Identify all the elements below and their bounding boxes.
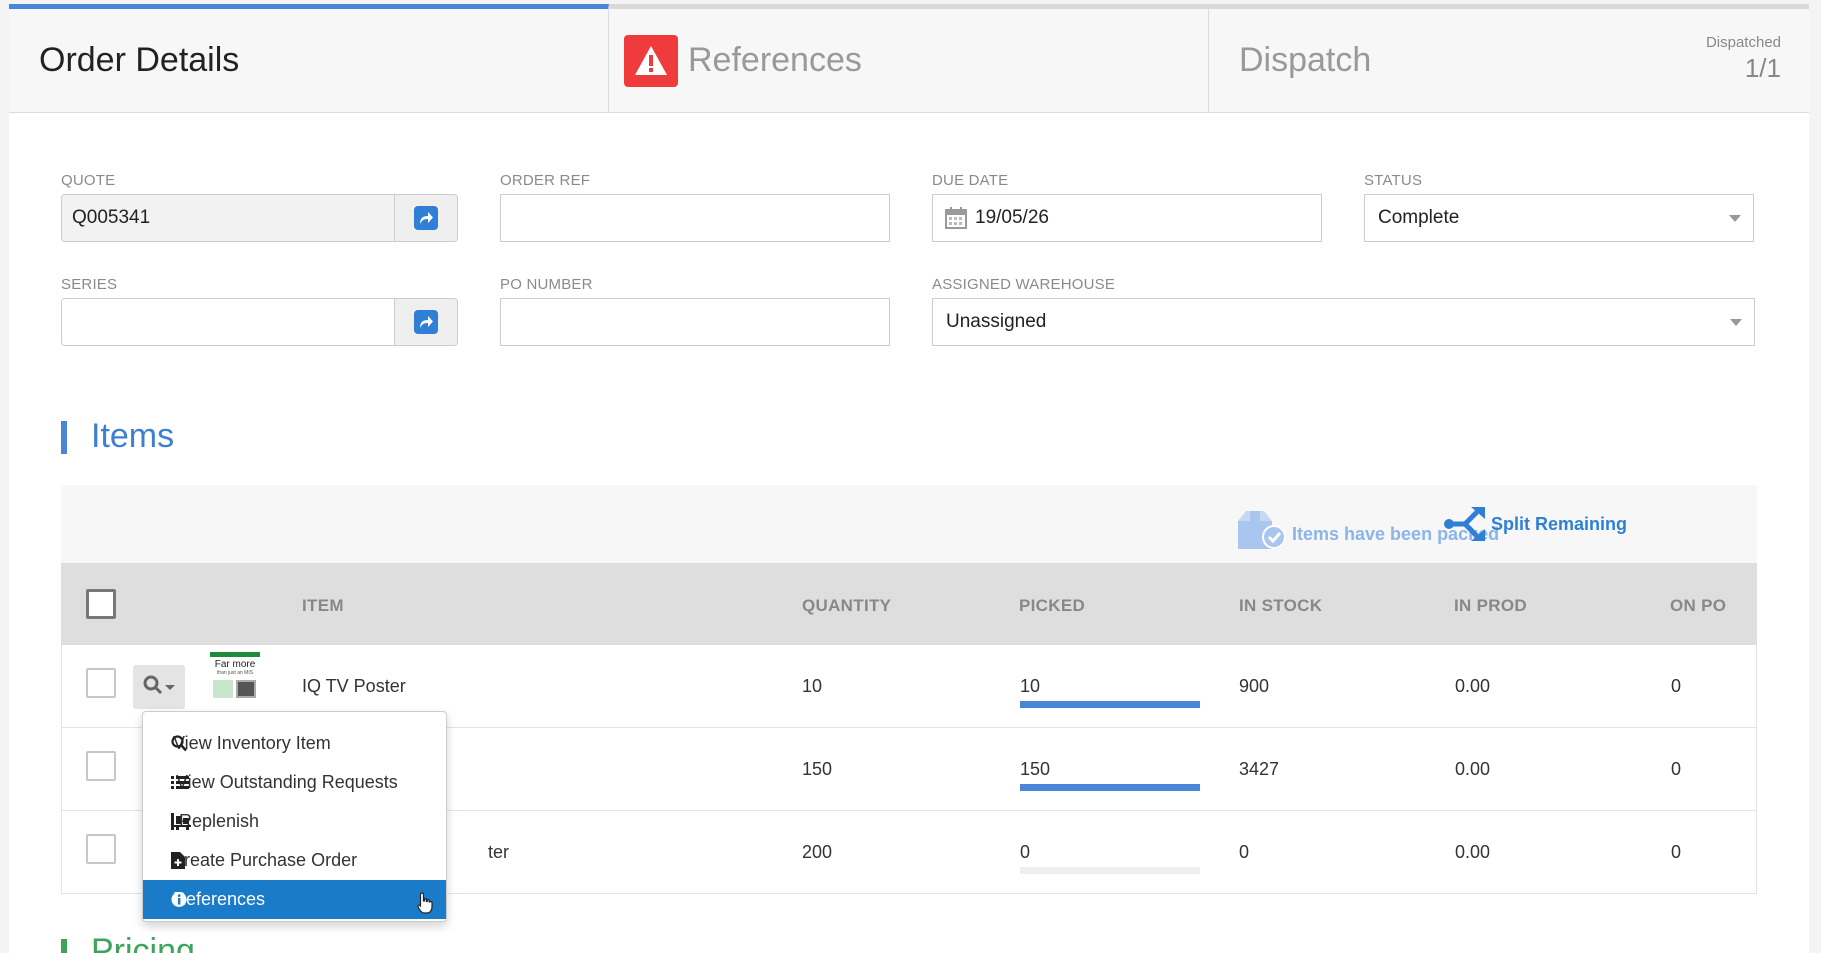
order-panel: Order Details References Dispatch Dispat…	[9, 4, 1809, 953]
in-prod: 0.00	[1455, 842, 1491, 862]
hand-cursor-icon	[417, 892, 433, 919]
split-icon	[1443, 505, 1487, 543]
order-ref-field[interactable]	[500, 194, 890, 242]
due-date-field[interactable]: 19/05/26	[932, 194, 1322, 242]
dispatch-count: Dispatched 1/1	[1706, 34, 1781, 84]
caret-down-icon	[165, 684, 175, 690]
column-header[interactable]: IN STOCK	[1239, 596, 1322, 616]
warning-icon	[624, 34, 678, 87]
menu-item-label: View Outstanding Requests	[176, 772, 398, 792]
picked: 150	[1020, 759, 1051, 779]
on-po: 0	[1671, 842, 1682, 862]
dispatched-label: Dispatched	[1705, 34, 1781, 51]
menu-item-label: Create Purchase Order	[171, 850, 358, 870]
info-icon	[171, 891, 187, 908]
quantity: 10	[802, 676, 823, 696]
series-field[interactable]	[61, 298, 395, 346]
chevron-down-icon	[1729, 215, 1741, 222]
file-plus-icon	[171, 852, 187, 869]
status-value: Complete	[1378, 207, 1460, 228]
item-thumbnail: Far more than just an MIS	[210, 652, 260, 704]
row-actions-menu: View Inventory Item View Outstanding Req…	[142, 711, 447, 922]
item-name[interactable]: ter	[488, 842, 509, 863]
quantity: 200	[802, 842, 833, 862]
series-open-button[interactable]	[394, 298, 458, 346]
share-arrow-icon	[414, 206, 438, 230]
quote-open-button[interactable]	[394, 194, 458, 242]
column-header[interactable]: IN PROD	[1454, 596, 1527, 616]
po-number-label: PO NUMBER	[500, 276, 593, 293]
picked-progress-bar	[1020, 867, 1200, 874]
warehouse-label: ASSIGNED WAREHOUSE	[932, 276, 1116, 293]
status-select[interactable]: Complete	[1364, 194, 1754, 242]
row-checkbox[interactable]	[86, 834, 116, 864]
order-ref-label: ORDER REF	[500, 172, 591, 189]
pallet-icon	[171, 813, 191, 830]
packed-box-icon	[1236, 509, 1288, 551]
menu-item-create-po[interactable]: Create Purchase Order	[143, 841, 446, 880]
picked-progress-bar	[1020, 701, 1200, 708]
column-header[interactable]: PICKED	[1019, 596, 1085, 616]
status-label: STATUS	[1364, 172, 1423, 189]
tab-label: References	[688, 41, 862, 79]
in-stock: 3427	[1239, 759, 1280, 779]
menu-item-view-inventory[interactable]: View Inventory Item	[143, 724, 446, 763]
share-arrow-icon	[414, 310, 438, 334]
search-icon	[143, 675, 163, 700]
items-table-header: ITEM QUANTITY PICKED IN STOCK IN PROD ON…	[61, 563, 1757, 645]
select-all-checkbox[interactable]	[86, 589, 116, 619]
list-icon	[171, 774, 189, 791]
column-header[interactable]: ON PO	[1670, 596, 1726, 616]
chevron-down-icon	[1730, 319, 1742, 326]
quantity: 150	[802, 759, 833, 779]
row-checkbox[interactable]	[86, 668, 116, 698]
section-marker	[61, 421, 67, 454]
picked: 10	[1020, 676, 1041, 696]
in-stock: 0	[1239, 842, 1250, 862]
menu-item-label: Replenish	[179, 811, 260, 831]
tab-label: Dispatch	[1239, 41, 1372, 79]
items-toolbar: Items have been packed Split Remaining	[61, 485, 1757, 563]
pricing-heading: Pricing	[91, 932, 195, 953]
menu-item-replenish[interactable]: Replenish	[143, 802, 446, 841]
calendar-icon	[945, 207, 967, 229]
po-number-field[interactable]	[500, 298, 890, 346]
warehouse-select[interactable]: Unassigned	[932, 298, 1755, 346]
split-remaining-button[interactable]: Split Remaining	[1443, 505, 1627, 543]
items-heading: Items	[91, 417, 175, 455]
tab-label: Order Details	[39, 41, 240, 79]
thumbnail-headline: Far more	[214, 659, 256, 670]
picked-progress-bar	[1020, 784, 1200, 791]
row-actions-button[interactable]	[133, 665, 185, 709]
menu-item-outstanding-requests[interactable]: View Outstanding Requests	[143, 763, 446, 802]
due-date-value: 19/05/26	[975, 207, 1049, 228]
dispatched-value: 1/1	[1744, 53, 1781, 83]
column-header[interactable]: ITEM	[302, 596, 344, 616]
in-prod: 0.00	[1455, 676, 1491, 696]
quote-field[interactable]: Q005341	[61, 194, 395, 242]
tab-references[interactable]: References	[609, 4, 1209, 112]
quote-label: QUOTE	[61, 172, 116, 189]
section-marker	[61, 939, 67, 953]
due-date-label: DUE DATE	[932, 172, 1009, 189]
search-icon	[171, 735, 187, 752]
in-stock: 900	[1239, 676, 1270, 696]
tab-order-details[interactable]: Order Details	[9, 4, 609, 112]
tab-dispatch[interactable]: Dispatch Dispatched 1/1	[1209, 4, 1809, 112]
row-checkbox[interactable]	[86, 751, 116, 781]
series-label: SERIES	[61, 276, 118, 293]
on-po: 0	[1671, 759, 1682, 779]
split-label: Split Remaining	[1491, 513, 1628, 534]
picked: 0	[1020, 842, 1031, 862]
in-prod: 0.00	[1455, 759, 1491, 779]
thumbnail-tagline: than just an MIS	[216, 670, 254, 676]
warehouse-value: Unassigned	[946, 311, 1047, 332]
tab-bar: Order Details References Dispatch Dispat…	[9, 4, 1809, 113]
on-po: 0	[1671, 676, 1682, 696]
column-header[interactable]: QUANTITY	[802, 596, 891, 616]
menu-item-label: View Inventory Item	[173, 733, 331, 753]
item-name[interactable]: IQ TV Poster	[302, 676, 406, 697]
menu-item-references[interactable]: References	[143, 880, 446, 919]
